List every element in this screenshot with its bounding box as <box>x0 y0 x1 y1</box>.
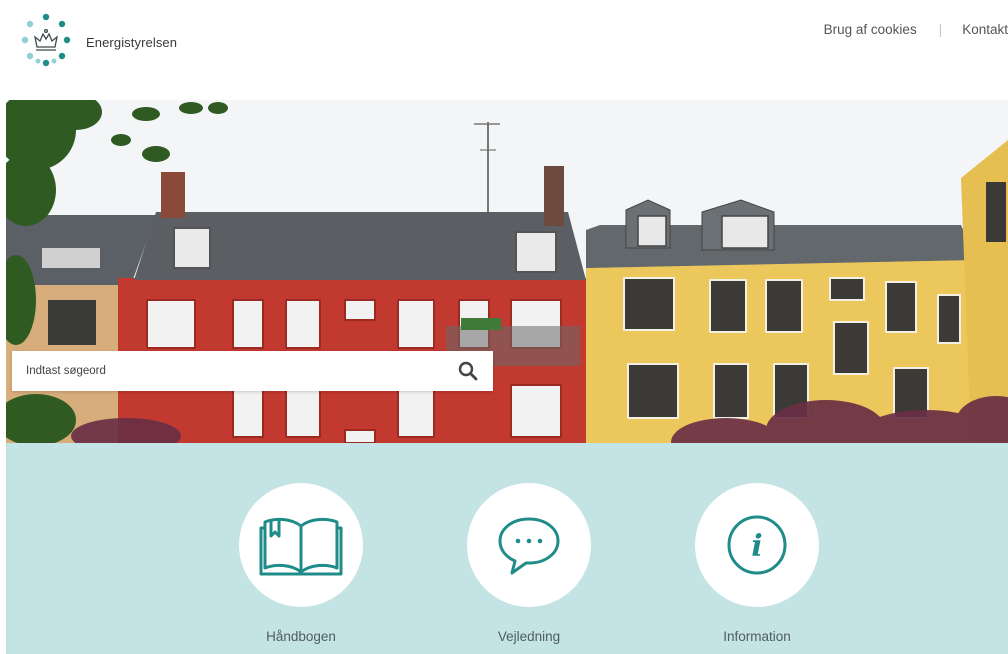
tile-label: Vejledning <box>497 629 561 644</box>
crown-logo-icon <box>21 13 71 67</box>
tile-label: Håndbogen <box>266 629 336 644</box>
tile-circle <box>467 483 591 607</box>
hero-banner <box>6 100 1008 443</box>
cookies-link[interactable]: Brug af cookies <box>824 22 917 37</box>
info-icon: i <box>727 515 787 575</box>
tile-vejledning[interactable]: Vejledning <box>459 483 599 644</box>
tile-circle: i <box>695 483 819 607</box>
tile-circle <box>239 483 363 607</box>
site-header: Energistyrelsen Brug af cookies | Kontak… <box>0 0 1008 100</box>
search-icon[interactable] <box>457 360 479 382</box>
contact-link[interactable]: Kontakt <box>962 22 1008 37</box>
tile-haandbogen[interactable]: Håndbogen <box>231 483 371 644</box>
logo-text: Energistyrelsen <box>86 34 178 50</box>
link-separator: | <box>938 22 943 37</box>
navigation-tiles: Håndbogen Vejledning i Information <box>6 443 1008 654</box>
search-box <box>12 351 493 391</box>
search-input[interactable] <box>12 351 456 391</box>
open-book-icon <box>259 517 343 576</box>
speech-bubble-icon <box>498 517 560 575</box>
tile-information[interactable]: i Information <box>687 483 827 644</box>
hero-photo-houses <box>6 100 1008 443</box>
top-links: Brug af cookies | Kontakt <box>824 22 1008 37</box>
tile-label: Information <box>723 629 791 644</box>
logo[interactable]: Energistyrelsen <box>14 12 177 72</box>
svg-text:i: i <box>751 529 762 564</box>
